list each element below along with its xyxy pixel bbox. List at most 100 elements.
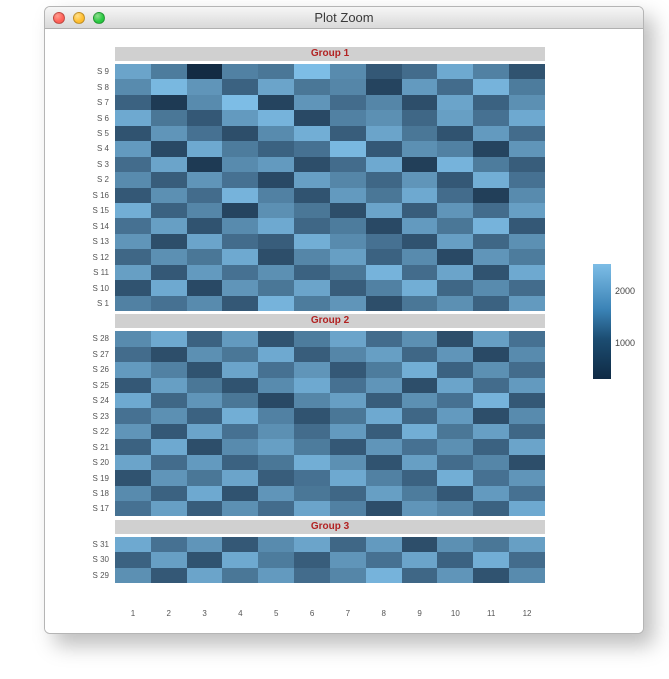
y-tick-label: S 8 xyxy=(45,79,109,94)
heatmap-cell xyxy=(509,172,545,187)
y-tick-label: S 25 xyxy=(45,378,109,393)
heatmap-cell xyxy=(258,408,294,423)
titlebar[interactable]: Plot Zoom xyxy=(45,7,643,29)
heatmap-row xyxy=(115,470,545,485)
y-tick-label: S 11 xyxy=(45,265,109,280)
heatmap-cell xyxy=(187,126,223,141)
heatmap-cell xyxy=(258,203,294,218)
y-tick-label: S 6 xyxy=(45,110,109,125)
heatmap-cell xyxy=(473,331,509,346)
heatmap-cell xyxy=(366,568,402,583)
heatmap-cell xyxy=(294,424,330,439)
heatmap-cell xyxy=(294,172,330,187)
x-tick-label: 4 xyxy=(222,605,258,623)
heatmap-cell xyxy=(437,188,473,203)
heatmap-cell xyxy=(402,470,438,485)
heatmap-cell xyxy=(473,501,509,516)
heatmap-row xyxy=(115,203,545,218)
heatmap-cell xyxy=(222,378,258,393)
y-tick-label: S 20 xyxy=(45,455,109,470)
heatmap-cell xyxy=(402,249,438,264)
heatmap-cell xyxy=(222,470,258,485)
heatmap-cell xyxy=(402,110,438,125)
heatmap-cell xyxy=(366,486,402,501)
heatmap-cell xyxy=(115,552,151,567)
heatmap-cell xyxy=(258,537,294,552)
y-tick-label: S 14 xyxy=(45,219,109,234)
heatmap-cell xyxy=(366,280,402,295)
heatmap-cell xyxy=(294,157,330,172)
heatmap-cell xyxy=(115,537,151,552)
heatmap-cell xyxy=(402,265,438,280)
window-title: Plot Zoom xyxy=(45,10,643,25)
heatmap-cell xyxy=(402,64,438,79)
heatmap-cell xyxy=(473,280,509,295)
heatmap-cell xyxy=(115,141,151,156)
heatmap-cell xyxy=(437,568,473,583)
heatmap-cell xyxy=(473,95,509,110)
heatmap-cell xyxy=(258,486,294,501)
heatmap-cell xyxy=(151,234,187,249)
heatmap-cell xyxy=(330,265,366,280)
heatmap-cell xyxy=(330,79,366,94)
heatmap-cell xyxy=(509,296,545,311)
heatmap-row xyxy=(115,79,545,94)
y-tick-label: S 17 xyxy=(45,501,109,516)
heatmap-cell xyxy=(187,568,223,583)
heatmap-cell xyxy=(222,501,258,516)
heatmap-cell xyxy=(509,141,545,156)
heatmap-cell xyxy=(402,424,438,439)
heatmap-cell xyxy=(473,393,509,408)
heatmap-cell xyxy=(115,218,151,233)
heatmap-row xyxy=(115,424,545,439)
color-legend: 2000 1000 xyxy=(593,264,615,379)
heatmap-cell xyxy=(222,568,258,583)
heatmap-cell xyxy=(366,347,402,362)
facet-strip: Group 3 xyxy=(115,520,545,534)
heatmap-cell xyxy=(294,265,330,280)
heatmap-cell xyxy=(258,378,294,393)
heatmap-cell xyxy=(437,296,473,311)
heatmap-cell xyxy=(509,249,545,264)
heatmap-cell xyxy=(115,568,151,583)
heatmap-cell xyxy=(187,537,223,552)
heatmap-cell xyxy=(473,537,509,552)
heatmap-cell xyxy=(187,470,223,485)
heatmap-cell xyxy=(115,455,151,470)
heatmap-cell xyxy=(437,141,473,156)
heatmap-cell xyxy=(402,79,438,94)
heatmap-row xyxy=(115,552,545,567)
heatmap-row xyxy=(115,439,545,454)
heatmap-cell xyxy=(330,455,366,470)
heatmap-cell xyxy=(437,347,473,362)
y-tick-label: S 4 xyxy=(45,141,109,156)
x-tick-label: 6 xyxy=(294,605,330,623)
heatmap-cell xyxy=(402,296,438,311)
heatmap-cell xyxy=(151,172,187,187)
heatmap-cell xyxy=(366,95,402,110)
heatmap-cell xyxy=(437,378,473,393)
heatmap-cell xyxy=(366,203,402,218)
heatmap-row xyxy=(115,172,545,187)
heatmap-cell xyxy=(402,568,438,583)
y-tick-label: S 28 xyxy=(45,331,109,346)
heatmap-cell xyxy=(151,64,187,79)
heatmap-cell xyxy=(222,95,258,110)
heatmap-cell xyxy=(509,126,545,141)
heatmap-cell xyxy=(294,408,330,423)
heatmap-cell xyxy=(366,172,402,187)
heatmap-cell xyxy=(115,424,151,439)
heatmap-cell xyxy=(222,331,258,346)
heatmap-cell xyxy=(402,439,438,454)
heatmap-cell xyxy=(294,95,330,110)
heatmap-cell xyxy=(402,234,438,249)
y-tick-label: S 10 xyxy=(45,280,109,295)
heatmap-cell xyxy=(437,64,473,79)
heatmap-cell xyxy=(366,296,402,311)
heatmap-cell xyxy=(473,408,509,423)
heatmap-cell xyxy=(151,296,187,311)
heatmap-cell xyxy=(294,280,330,295)
heatmap-cell xyxy=(294,331,330,346)
heatmap-row xyxy=(115,537,545,552)
heatmap-cell xyxy=(294,439,330,454)
